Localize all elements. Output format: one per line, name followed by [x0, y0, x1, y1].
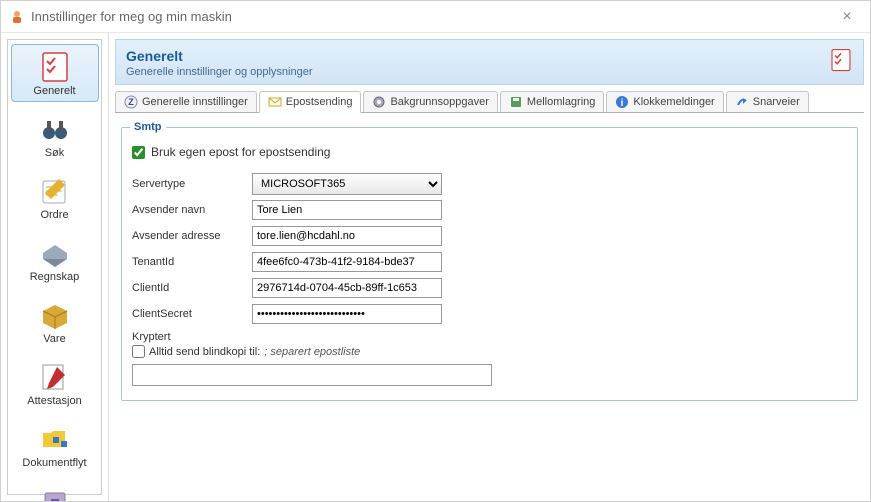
blindcopy-label: Alltid send blindkopi til: — [149, 346, 260, 358]
servertype-select[interactable]: MICROSOFT365 — [252, 173, 442, 195]
sidebar-item-regnskap[interactable]: Regnskap — [11, 230, 99, 288]
kryptert-label: Kryptert — [132, 331, 847, 343]
sender-name-row: Avsender navn — [132, 197, 847, 223]
blindcopy-checkbox[interactable] — [132, 345, 145, 358]
section-header: Generelt Generelle innstillinger og oppl… — [115, 39, 864, 85]
sidebar-item-label: Vare — [43, 333, 65, 345]
clientsecret-row: ClientSecret — [132, 301, 847, 327]
sender-address-input[interactable] — [252, 226, 442, 246]
titlebar: Innstillinger for meg og min maskin × — [1, 1, 870, 33]
sign-icon — [39, 361, 71, 393]
tab-mellomlagring[interactable]: Mellomlagring — [500, 91, 604, 112]
ledger-icon — [39, 237, 71, 269]
fieldset-legend: Smtp — [130, 121, 166, 133]
tab-klokkemeldinger[interactable]: i Klokkemeldinger — [606, 91, 723, 112]
info-icon: i — [615, 95, 629, 109]
box-icon — [39, 299, 71, 331]
archive-icon — [39, 485, 71, 501]
settings-window: Innstillinger for meg og min maskin × Ge… — [0, 0, 871, 502]
gear-icon — [372, 95, 386, 109]
use-own-email-checkbox[interactable] — [132, 146, 145, 159]
disk-icon — [509, 95, 523, 109]
tenantid-row: TenantId — [132, 249, 847, 275]
sender-name-label: Avsender navn — [132, 204, 252, 216]
sidebar-item-label: Ordre — [40, 209, 68, 221]
sidebar-item-dokumentflyt[interactable]: Dokumentflyt — [11, 416, 99, 474]
sidebar-item-arkiv[interactable]: Arkiv — [11, 478, 99, 501]
tabbar: Z Generelle innstillinger Epostsending B… — [115, 89, 864, 113]
fieldset-body: Bruk egen epost for epostsending Servert… — [122, 133, 857, 400]
close-icon[interactable]: × — [832, 2, 862, 32]
smtp-fieldset: Smtp Bruk egen epost for epostsending Se… — [121, 121, 858, 401]
use-own-email-label: Bruk egen epost for epostsending — [151, 145, 330, 159]
tab-label: Klokkemeldinger — [633, 96, 714, 108]
clientsecret-label: ClientSecret — [132, 308, 252, 320]
clientid-row: ClientId — [132, 275, 847, 301]
tenantid-input[interactable] — [252, 252, 442, 272]
clientid-label: ClientId — [132, 282, 252, 294]
use-own-email-row: Bruk egen epost for epostsending — [132, 141, 847, 171]
z-icon: Z — [124, 95, 138, 109]
sidebar-item-vare[interactable]: Vare — [11, 292, 99, 350]
window-body: Generelt Søk Ordre — [1, 33, 870, 501]
servertype-row: Servertype MICROSOFT365 — [132, 171, 847, 197]
tab-label: Epostsending — [286, 96, 353, 108]
sidebar-item-sok[interactable]: Søk — [11, 106, 99, 164]
clientsecret-input[interactable] — [252, 304, 442, 324]
sidebar-item-label: Attestasjon — [27, 395, 81, 407]
tab-label: Mellomlagring — [527, 96, 595, 108]
blindcopy-input[interactable] — [132, 364, 492, 386]
sidebar-item-ordre[interactable]: Ordre — [11, 168, 99, 226]
servertype-label: Servertype — [132, 178, 252, 190]
window-title: Innstillinger for meg og min maskin — [31, 9, 832, 24]
app-icon — [9, 9, 25, 25]
mail-icon — [268, 95, 282, 109]
tab-snarveier[interactable]: Snarveier — [726, 91, 809, 112]
sidebar-item-attestasjon[interactable]: Attestasjon — [11, 354, 99, 412]
tab-label: Generelle innstillinger — [142, 96, 248, 108]
sidebar-item-label: Søk — [45, 147, 65, 159]
sidebar-inner: Generelt Søk Ordre — [7, 39, 102, 495]
blindcopy-hint: ; separert epostliste — [264, 346, 360, 358]
sidebar-item-label: Generelt — [33, 85, 75, 97]
main-panel: Generelt Generelle innstillinger og oppl… — [109, 33, 870, 501]
checklist-icon — [829, 48, 853, 72]
sender-address-row: Avsender adresse — [132, 223, 847, 249]
binoculars-icon — [39, 113, 71, 145]
tab-label: Bakgrunnsoppgaver — [390, 96, 488, 108]
svg-text:i: i — [621, 98, 624, 109]
sender-address-label: Avsender adresse — [132, 230, 252, 242]
checklist-icon — [39, 51, 71, 83]
sidebar-item-label: Regnskap — [30, 271, 80, 283]
sidebar-item-label: Dokumentflyt — [22, 457, 86, 469]
section-subtitle: Generelle innstillinger og opplysninger — [126, 66, 853, 78]
tab-content: Smtp Bruk egen epost for epostsending Se… — [109, 113, 870, 501]
shortcut-icon — [735, 95, 749, 109]
tab-bakgrunnsoppgaver[interactable]: Bakgrunnsoppgaver — [363, 91, 497, 112]
tab-label: Snarveier — [753, 96, 800, 108]
blindcopy-row: Alltid send blindkopi til: ; separert ep… — [132, 345, 847, 358]
notepad-icon — [39, 175, 71, 207]
sender-name-input[interactable] — [252, 200, 442, 220]
sidebar-item-generelt[interactable]: Generelt — [11, 44, 99, 102]
clientid-input[interactable] — [252, 278, 442, 298]
tab-epostsending[interactable]: Epostsending — [259, 91, 362, 113]
tab-generelle-innstillinger[interactable]: Z Generelle innstillinger — [115, 91, 257, 112]
svg-text:Z: Z — [128, 97, 134, 107]
tenantid-label: TenantId — [132, 256, 252, 268]
sidebar: Generelt Søk Ordre — [1, 33, 109, 501]
folder-flow-icon — [39, 423, 71, 455]
section-title: Generelt — [126, 48, 853, 64]
